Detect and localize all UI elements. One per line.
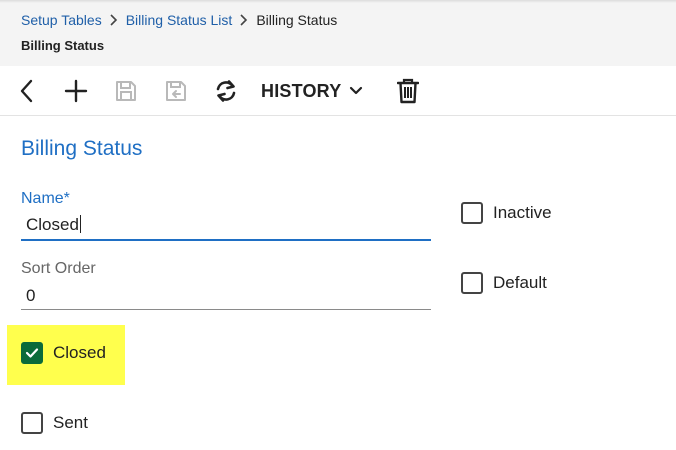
name-label: Name* bbox=[21, 190, 70, 207]
name-input[interactable]: Closed bbox=[26, 215, 81, 235]
inactive-checkbox-row[interactable]: Inactive bbox=[461, 202, 552, 224]
header-bar: Setup Tables Billing Status List Billing… bbox=[0, 0, 676, 66]
default-label: Default bbox=[493, 273, 547, 292]
name-input-underline bbox=[21, 239, 431, 241]
chevron-down-icon bbox=[350, 86, 363, 95]
sort-order-underline bbox=[21, 309, 431, 310]
sent-checkbox[interactable] bbox=[21, 412, 43, 434]
toolbar: HISTORY bbox=[0, 66, 676, 116]
refresh-button[interactable] bbox=[212, 77, 240, 105]
trash-icon bbox=[397, 78, 419, 104]
plus-icon bbox=[64, 79, 88, 103]
chevron-left-icon bbox=[20, 79, 33, 103]
save-and-close-button[interactable] bbox=[162, 77, 190, 105]
inactive-checkbox[interactable] bbox=[461, 202, 483, 224]
inactive-label: Inactive bbox=[493, 203, 552, 222]
page-title: Billing Status bbox=[21, 38, 105, 53]
history-label: HISTORY bbox=[261, 80, 342, 101]
save-icon bbox=[116, 81, 136, 101]
sort-order-input[interactable]: 0 bbox=[26, 286, 35, 306]
breadcrumb-billing-status-list[interactable]: Billing Status List bbox=[126, 12, 233, 28]
default-checkbox[interactable] bbox=[461, 272, 483, 294]
breadcrumb: Setup Tables Billing Status List Billing… bbox=[21, 12, 337, 28]
default-checkbox-row[interactable]: Default bbox=[461, 272, 547, 294]
delete-button[interactable] bbox=[394, 77, 422, 105]
checkmark-icon bbox=[25, 348, 39, 358]
closed-checkbox-row[interactable]: Closed bbox=[21, 342, 106, 364]
refresh-icon bbox=[216, 80, 236, 102]
text-caret bbox=[79, 215, 81, 233]
sent-label: Sent bbox=[53, 413, 88, 432]
save-and-close-icon bbox=[166, 81, 186, 101]
back-button[interactable] bbox=[14, 77, 40, 105]
add-button[interactable] bbox=[62, 77, 90, 105]
name-value: Closed bbox=[26, 215, 79, 234]
top-shadow bbox=[0, 0, 676, 3]
sent-checkbox-row[interactable]: Sent bbox=[21, 412, 88, 434]
closed-label: Closed bbox=[53, 343, 106, 362]
breadcrumb-setup-tables[interactable]: Setup Tables bbox=[21, 12, 102, 28]
chevron-right-icon bbox=[240, 14, 248, 26]
save-button[interactable] bbox=[112, 77, 140, 105]
chevron-right-icon bbox=[110, 14, 117, 26]
sort-order-label: Sort Order bbox=[21, 260, 96, 277]
closed-checkbox[interactable] bbox=[21, 342, 43, 364]
breadcrumb-billing-status: Billing Status bbox=[256, 12, 338, 28]
history-dropdown[interactable]: HISTORY bbox=[261, 77, 363, 105]
section-title: Billing Status bbox=[21, 137, 143, 160]
